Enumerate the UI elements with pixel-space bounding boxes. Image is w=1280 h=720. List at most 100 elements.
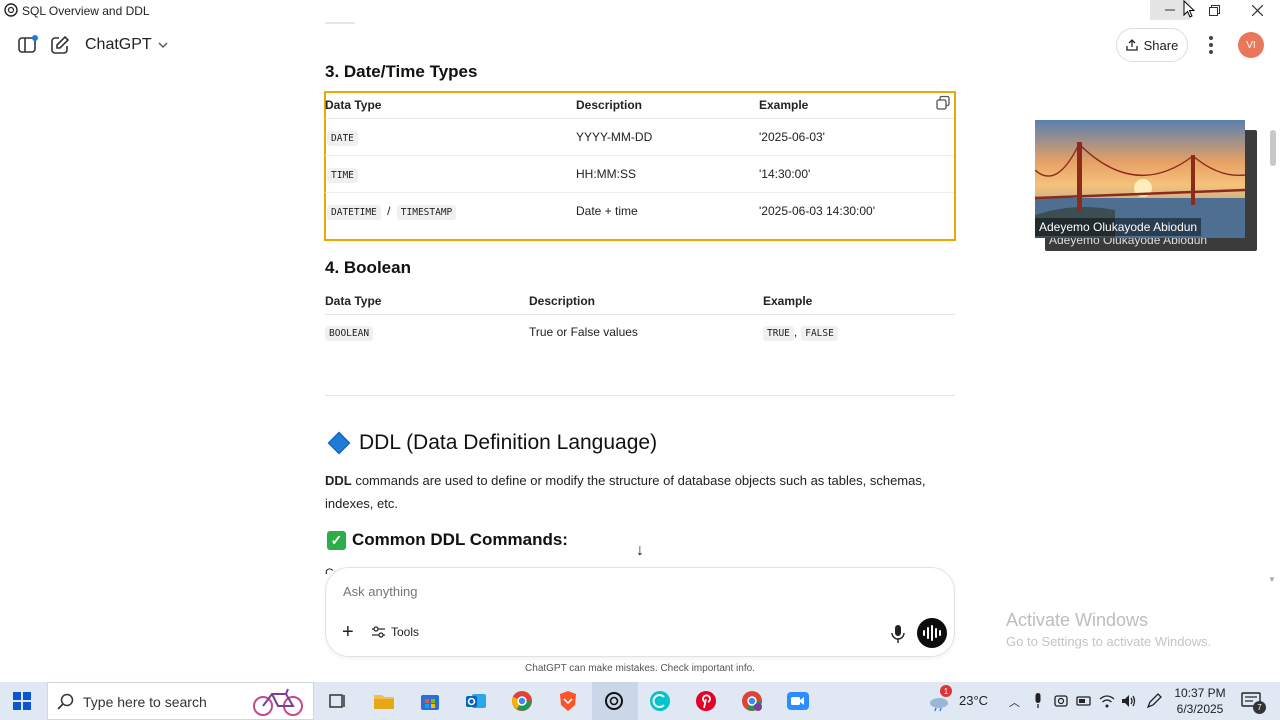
model-selector[interactable]: ChatGPT: [85, 36, 168, 54]
restore-icon: [1208, 4, 1220, 16]
cell-description: HH:MM:SS: [576, 155, 759, 193]
clock-time: 10:37 PM: [1174, 686, 1226, 700]
microsoft-store-icon[interactable]: [419, 690, 441, 712]
type-separator: /: [387, 204, 391, 219]
divider: [325, 22, 355, 24]
code-type: TIMESTAMP: [396, 205, 457, 221]
activate-windows-subtitle: Go to Settings to activate Windows.: [1006, 634, 1212, 649]
common-commands-heading: ✓ Common DDL Commands:: [327, 530, 568, 550]
taskbar-clock[interactable]: 10:37 PM 6/3/2025: [1170, 685, 1230, 717]
close-button[interactable]: [1237, 0, 1277, 20]
boolean-table: Data Type Description Example BOOLEAN Tr…: [325, 288, 955, 350]
outlook-icon[interactable]: [465, 690, 487, 712]
camera-tray-icon[interactable]: [1054, 693, 1068, 709]
common-commands-heading-text: Common DDL Commands:: [352, 530, 568, 549]
column-header: Description: [576, 92, 759, 119]
taskbar-search-box[interactable]: Type here to search: [47, 682, 314, 720]
table-row: BOOLEAN True or False values TRUE, FALSE: [325, 314, 955, 350]
avatar[interactable]: VI: [1238, 32, 1264, 58]
battery-icon[interactable]: [1076, 694, 1092, 708]
example-separator: ,: [793, 325, 798, 340]
cell-description: Date + time: [576, 204, 638, 219]
arrow-down-icon: ↓: [636, 542, 644, 559]
add-attachment-icon[interactable]: +: [342, 622, 354, 642]
table-row: DATETIME / TIMESTAMP Date + time '2025-0…: [325, 192, 954, 230]
sidebar-toggle-icon[interactable]: [17, 34, 39, 56]
code-type: TIME: [327, 167, 358, 183]
tools-button[interactable]: Tools: [372, 625, 419, 639]
prompt-composer: + Tools: [325, 567, 955, 657]
column-header: Data Type: [325, 288, 529, 315]
task-view-icon[interactable]: [326, 690, 348, 712]
share-button[interactable]: Share: [1116, 28, 1188, 62]
code-type: DATETIME: [327, 205, 381, 221]
more-options-icon[interactable]: [1202, 34, 1220, 56]
chevron-up-icon[interactable]: ︿: [1009, 694, 1020, 710]
tools-label: Tools: [391, 625, 420, 639]
zoom-icon[interactable]: [787, 690, 809, 712]
scrollbar-thumb[interactable]: [1270, 130, 1276, 166]
share-label: Share: [1143, 37, 1179, 53]
pinterest-icon[interactable]: [695, 690, 717, 712]
taskbar-search-placeholder: Type here to search: [83, 694, 207, 710]
bicycle-icon: [253, 688, 303, 716]
activate-windows-title: Activate Windows: [1006, 610, 1149, 630]
section-heading-boolean: 4. Boolean: [325, 258, 411, 277]
chatgpt-app-icon: [4, 3, 18, 17]
cell-description: True or False values: [529, 325, 638, 340]
ddl-paragraph-text: commands are used to define or modify th…: [325, 473, 926, 511]
scroll-to-bottom-button[interactable]: ↓: [628, 539, 652, 563]
table-row: DATE YYYY-MM-DD '2025-06-03': [325, 118, 954, 156]
prompt-input[interactable]: [343, 584, 843, 599]
code-type: BOOLEAN: [325, 326, 374, 342]
ddl-heading: DDL (Data Definition Language): [327, 431, 657, 455]
blue-diamond-icon: [327, 431, 351, 455]
cell-description: YYYY-MM-DD: [576, 118, 759, 156]
close-icon: [1251, 4, 1263, 16]
participant-name: Adeyemo Olukayode Abiodun: [1035, 218, 1202, 236]
cell-example: '2025-06-03 14:30:00': [759, 204, 876, 219]
new-chat-icon[interactable]: [49, 34, 71, 56]
search-icon: [57, 693, 74, 710]
volume-icon[interactable]: [1121, 693, 1137, 709]
section-heading-datetime: 3. Date/Time Types: [325, 62, 478, 81]
cell-example: '2025-06-03': [759, 118, 954, 156]
weather-alert-badge: 1: [940, 685, 952, 697]
microphone-tray-icon[interactable]: [1033, 693, 1043, 709]
mouse-cursor-icon: [1183, 0, 1195, 18]
chevron-down-icon: [158, 42, 168, 48]
pen-icon[interactable]: [1146, 693, 1162, 709]
table-header-row: Data Type Description Example: [325, 288, 955, 315]
video-call-tile[interactable]: Adeyemo Olukayode Abiodun Adeyemo Olukay…: [1035, 120, 1257, 251]
code-type: DATE: [327, 130, 358, 146]
table-row: TIME HH:MM:SS '14:30:00': [325, 155, 954, 193]
microphone-icon[interactable]: [890, 624, 906, 644]
windows-taskbar: Type here to search 1 23°C ︿ 10:37 PM 6/…: [0, 682, 1280, 720]
chatgpt-taskbar-icon[interactable]: [603, 690, 625, 712]
cell-example: '14:30:00': [759, 155, 954, 193]
column-header: Description: [529, 288, 763, 315]
sliders-icon: [372, 626, 385, 638]
voice-mode-button[interactable]: [917, 618, 947, 648]
ddl-paragraph: DDL commands are used to define or modif…: [325, 469, 955, 515]
column-header: Example: [759, 92, 954, 119]
windows-start-icon[interactable]: [13, 692, 31, 710]
brand-label: ChatGPT: [85, 36, 152, 53]
ddl-heading-text: DDL (Data Definition Language): [359, 431, 658, 454]
code-example: FALSE: [801, 326, 838, 342]
chrome-profile-icon[interactable]: [741, 690, 763, 712]
window-title: SQL Overview and DDL: [22, 4, 150, 18]
clock-date: 6/3/2025: [1176, 702, 1224, 716]
table-header-row: Data Type Description Example: [325, 92, 954, 119]
file-explorer-icon[interactable]: [373, 690, 395, 712]
check-mark-icon: ✓: [327, 530, 346, 550]
scrollbar-down-arrow[interactable]: ▼: [1268, 575, 1276, 584]
minimize-icon: [1165, 9, 1175, 11]
brave-browser-icon[interactable]: [557, 690, 579, 712]
restore-button[interactable]: [1194, 0, 1234, 20]
share-icon: [1125, 39, 1138, 51]
chrome-icon[interactable]: [511, 690, 533, 712]
wifi-icon[interactable]: [1099, 693, 1115, 709]
window-titlebar: SQL Overview and DDL: [0, 0, 1280, 22]
canva-icon[interactable]: [649, 690, 671, 712]
